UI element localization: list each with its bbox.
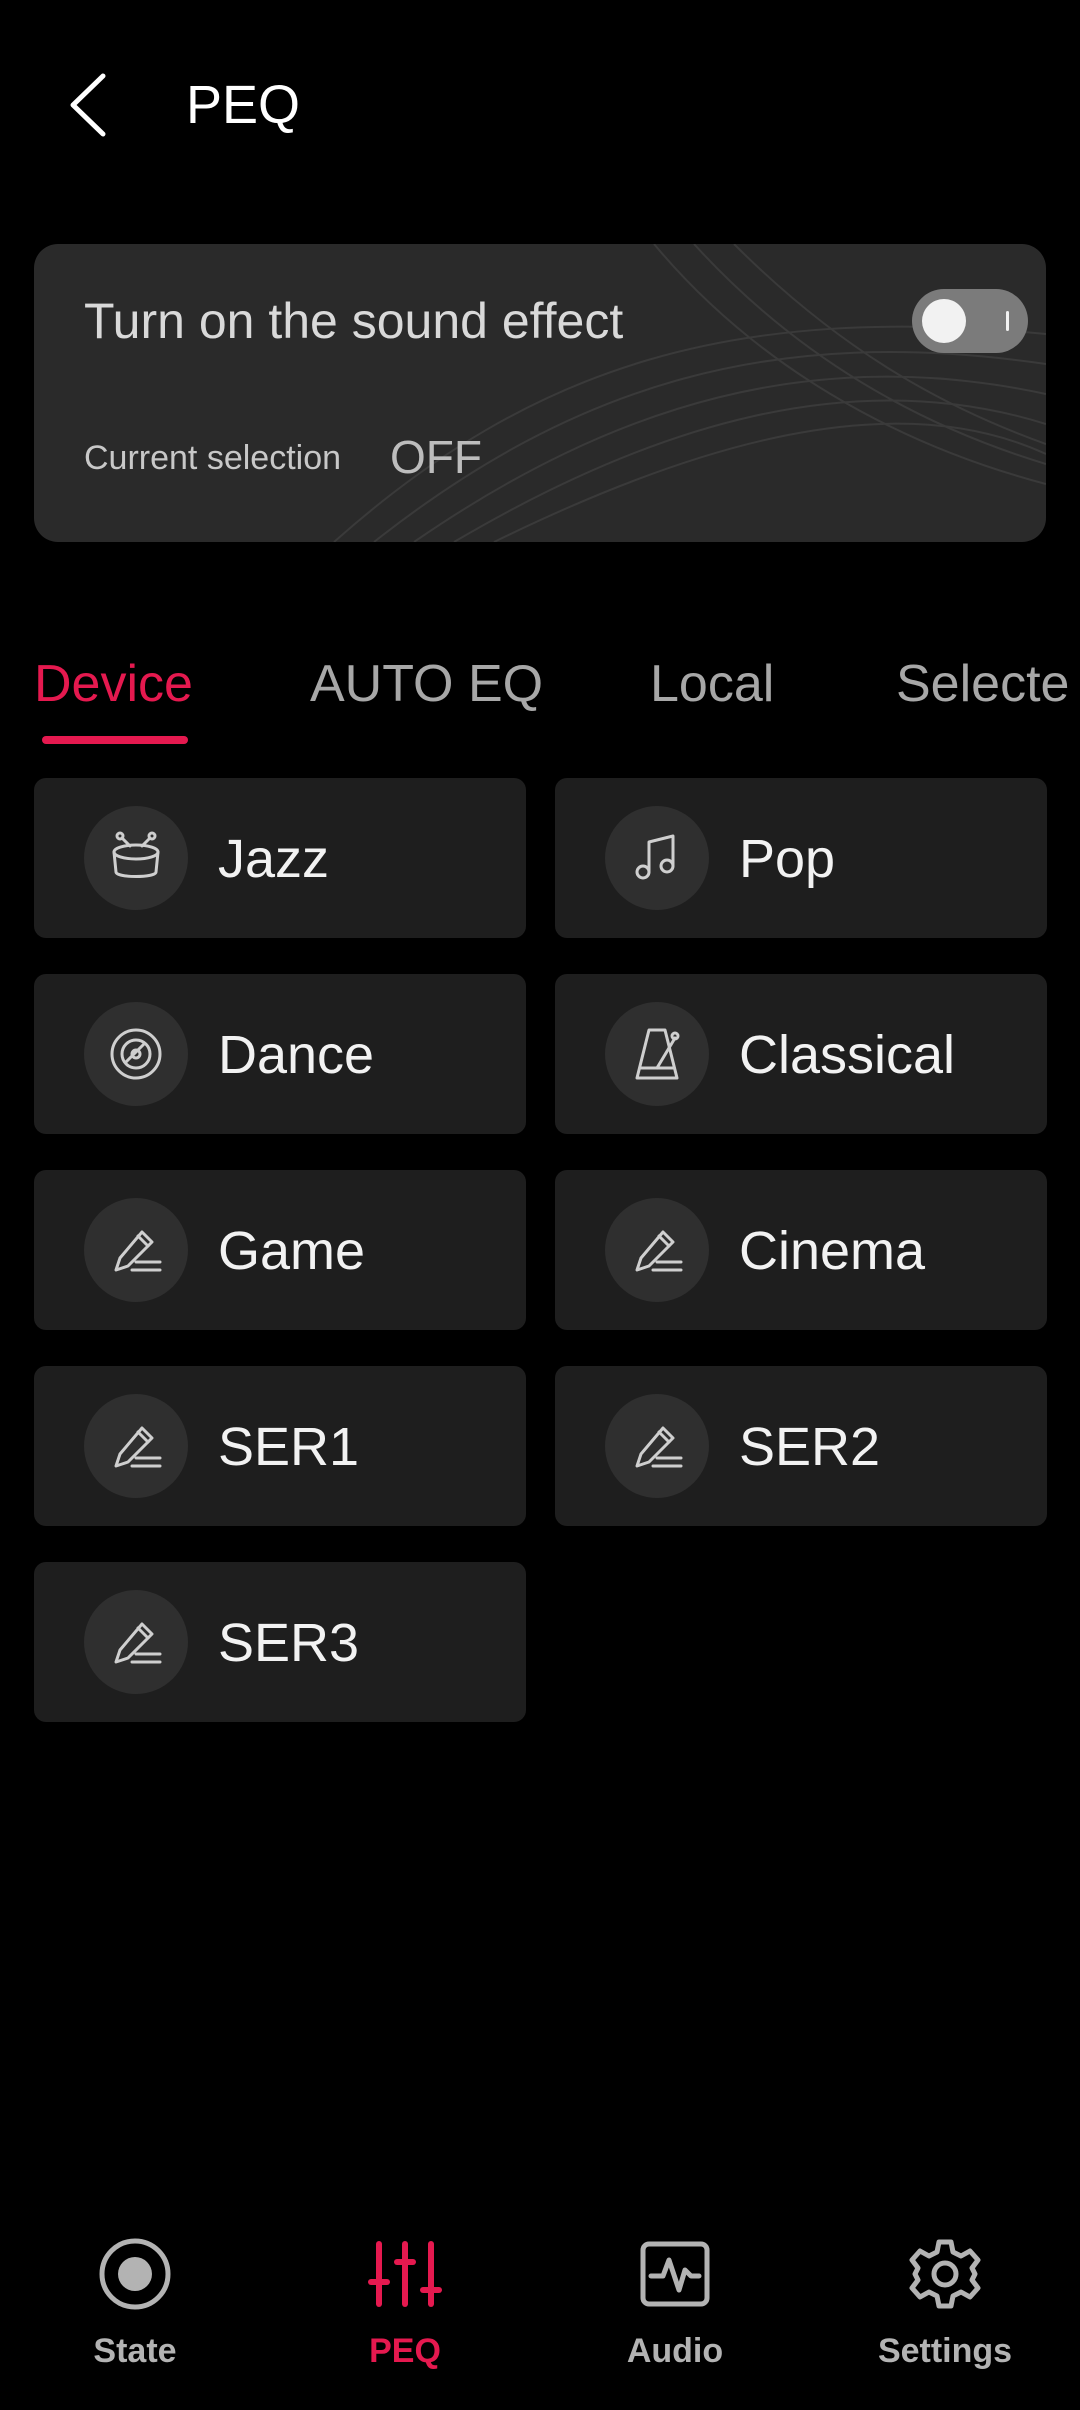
app-header: PEQ <box>0 0 1080 210</box>
nav-label: State <box>93 2332 177 2370</box>
preset-label: Classical <box>739 1025 956 1085</box>
preset-ser2[interactable]: SER2 <box>555 1366 1047 1526</box>
vinyl-disc-icon <box>84 1002 188 1106</box>
pencil-edit-icon <box>84 1198 188 1302</box>
sound-effect-card: Turn on the sound effect Current selecti… <box>34 244 1046 542</box>
pencil-edit-icon <box>605 1394 709 1498</box>
music-note-icon <box>605 806 709 910</box>
preset-label: Jazz <box>218 829 330 889</box>
pencil-edit-icon <box>84 1590 188 1694</box>
preset-ser1[interactable]: SER1 <box>34 1366 526 1526</box>
pencil-edit-icon <box>84 1394 188 1498</box>
peq-screen: PEQ Turn on the sound effect Current sel… <box>0 0 1080 2410</box>
preset-tabs: Device AUTO EQ Local Selecte <box>0 640 1080 750</box>
preset-ser3[interactable]: SER3 <box>34 1562 526 1722</box>
active-tab-indicator <box>42 736 188 744</box>
page-title: PEQ <box>186 75 301 135</box>
preset-label: Cinema <box>739 1221 926 1281</box>
tab-device[interactable]: Device <box>34 654 193 714</box>
current-selection-label: Current selection <box>84 439 342 477</box>
bottom-navigation: State PEQ Audio Settings <box>0 2210 1080 2410</box>
preset-label: SER2 <box>739 1417 881 1477</box>
record-icon <box>97 2236 173 2312</box>
nav-label: Settings <box>877 2332 1013 2370</box>
nav-settings[interactable]: Settings <box>810 2210 1080 2410</box>
nav-state[interactable]: State <box>0 2210 270 2410</box>
preset-label: SER3 <box>218 1613 360 1673</box>
preset-label: Game <box>218 1221 366 1281</box>
drum-icon <box>84 806 188 910</box>
toggle-off-mark <box>1006 311 1009 331</box>
preset-label: Dance <box>218 1025 375 1085</box>
nav-label: PEQ <box>369 2332 441 2370</box>
preset-classical[interactable]: Classical <box>555 974 1047 1134</box>
waveform-icon <box>637 2236 713 2312</box>
sound-effect-toggle[interactable] <box>912 289 1028 353</box>
chevron-left-icon <box>70 73 106 137</box>
nav-peq[interactable]: PEQ <box>270 2210 540 2410</box>
tab-auto-eq[interactable]: AUTO EQ <box>310 654 543 714</box>
equalizer-icon <box>367 2236 443 2312</box>
decorative-waves <box>333 244 1046 542</box>
gear-icon <box>907 2236 983 2312</box>
tab-local[interactable]: Local <box>650 654 774 714</box>
preset-jazz[interactable]: Jazz <box>34 778 526 938</box>
nav-label: Audio <box>626 2332 724 2370</box>
nav-audio[interactable]: Audio <box>540 2210 810 2410</box>
toggle-knob <box>922 299 966 343</box>
preset-cinema[interactable]: Cinema <box>555 1170 1047 1330</box>
sound-effect-title: Turn on the sound effect <box>84 293 624 349</box>
current-selection-value: OFF <box>390 431 482 483</box>
preset-label: Pop <box>739 829 836 889</box>
pencil-edit-icon <box>605 1198 709 1302</box>
preset-game[interactable]: Game <box>34 1170 526 1330</box>
back-button[interactable] <box>52 60 122 150</box>
metronome-icon <box>605 1002 709 1106</box>
preset-label: SER1 <box>218 1417 360 1477</box>
tab-selected[interactable]: Selecte <box>896 654 1069 714</box>
preset-dance[interactable]: Dance <box>34 974 526 1134</box>
preset-pop[interactable]: Pop <box>555 778 1047 938</box>
